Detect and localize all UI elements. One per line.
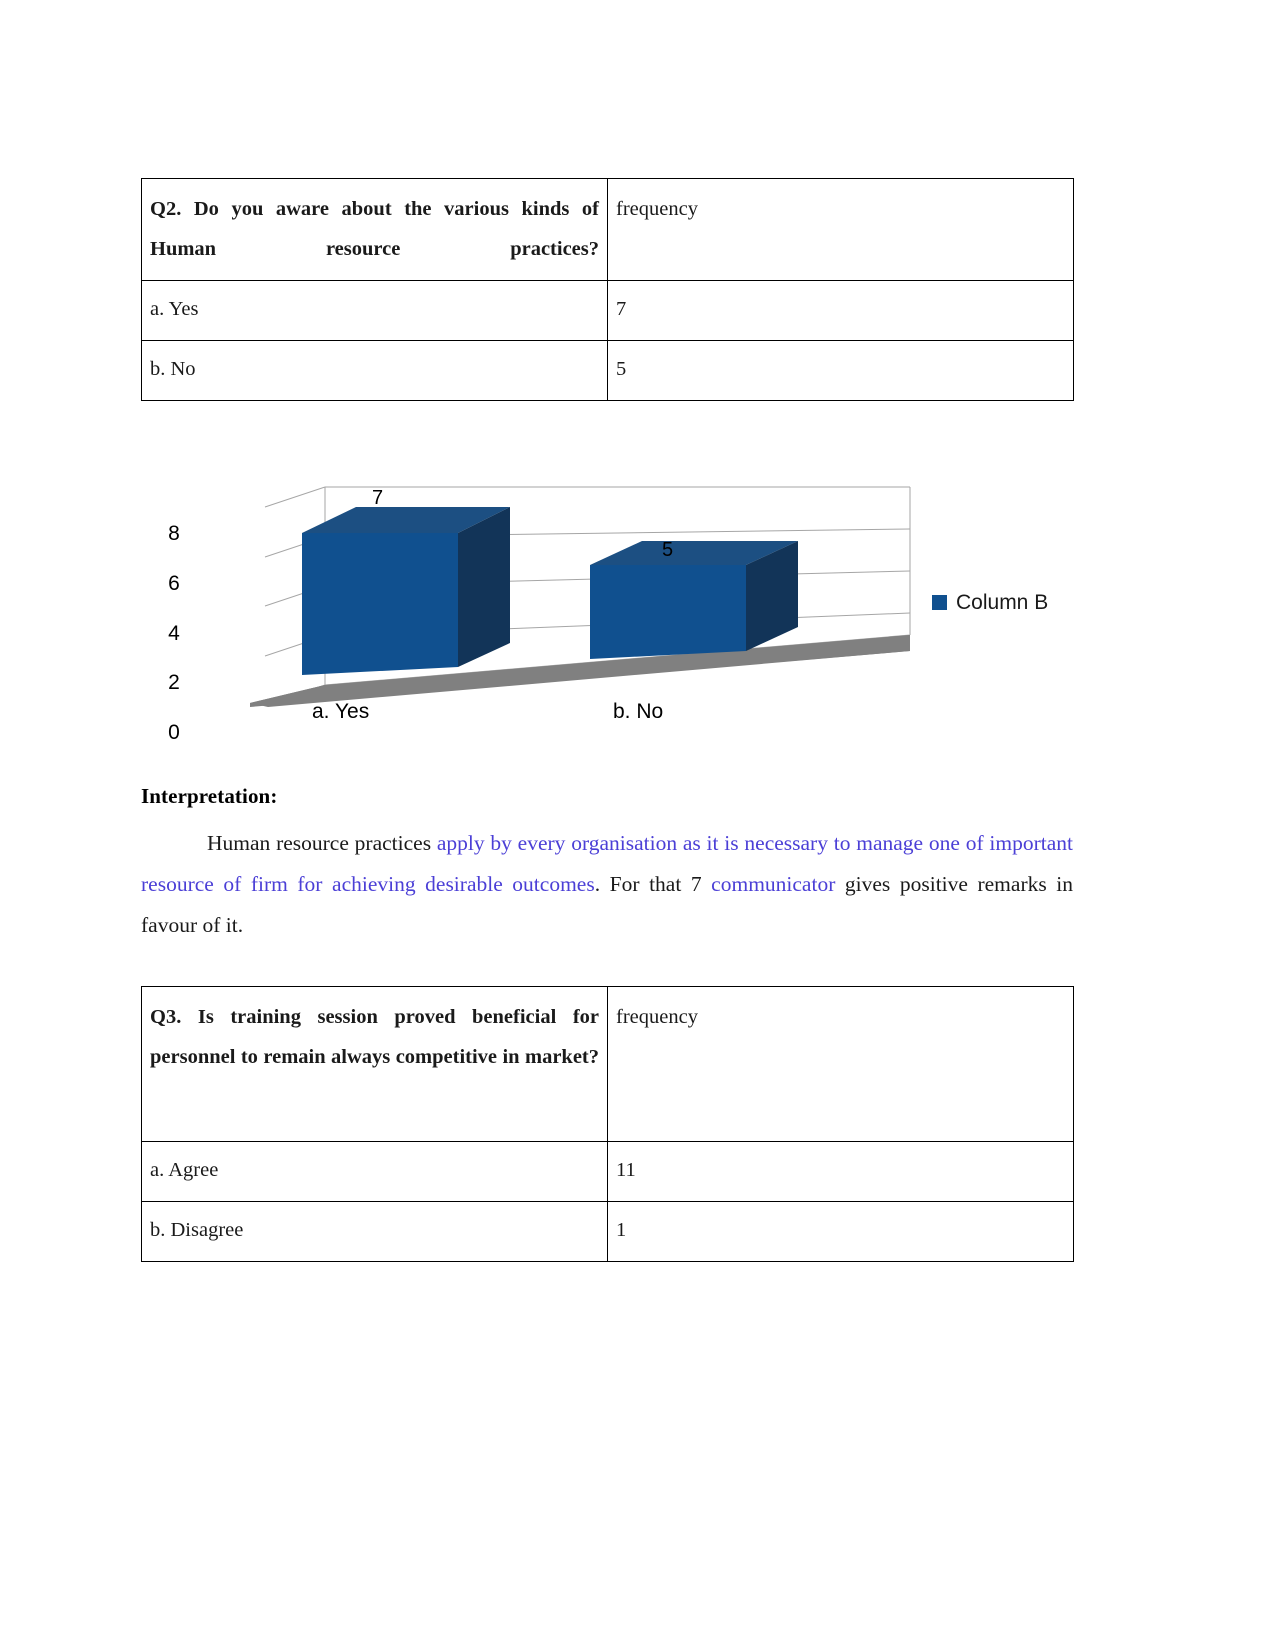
q3-frequency-cell-1: 1: [607, 1200, 1074, 1262]
interp-seg-2: . For that 7: [594, 872, 712, 896]
interp-seg-0: Human resource practices: [207, 831, 437, 855]
q2-frequency-cell-1: 5: [607, 339, 1074, 401]
q2-question-cell: Q2. Do you aware about the various kinds…: [141, 178, 608, 281]
table-row: a. Agree 11: [141, 1141, 1074, 1202]
q3-question-cell: Q3. Is training session proved beneficia…: [141, 986, 608, 1142]
bar-b-no-value-label: 5: [662, 539, 673, 561]
y-tick-2: 2: [168, 671, 180, 694]
interp-seg-3: communicator: [711, 872, 836, 896]
table-row: Q2. Do you aware about the various kinds…: [141, 178, 1074, 281]
legend-label-column-b: Column B: [956, 591, 1048, 614]
bar-a-yes-value-label: 7: [372, 487, 383, 509]
y-tick-0: 0: [168, 721, 180, 744]
x-category-label-b-no: b. No: [613, 700, 664, 723]
q3-option-cell-1: b. Disagree: [141, 1200, 608, 1262]
q3-frequency-cell-0: 11: [607, 1141, 1074, 1202]
q2-frequency-cell-0: 7: [607, 279, 1074, 341]
legend-swatch-column-b: [932, 595, 947, 610]
table-row: a. Yes 7: [141, 279, 1074, 341]
bar-b-no: [590, 541, 798, 659]
y-tick-8: 8: [168, 522, 180, 545]
bar-a-yes-side: [458, 507, 510, 667]
q2-option-cell-1: b. No: [141, 339, 608, 401]
q3-option-cell-0: a. Agree: [141, 1141, 608, 1202]
document-page: Q2. Do you aware about the various kinds…: [0, 0, 1275, 1651]
table-row: b. No 5: [141, 339, 1074, 401]
y-tick-4: 4: [168, 622, 180, 645]
table-row: b. Disagree 1: [141, 1200, 1074, 1262]
interpretation-heading: Interpretation:: [141, 784, 278, 808]
q3-frequency-header-cell: frequency: [607, 986, 1074, 1142]
interpretation-paragraph: Human resource practices apply by every …: [141, 823, 1073, 946]
y-tick-6: 6: [168, 572, 180, 595]
x-category-label-a-yes: a. Yes: [312, 700, 370, 723]
bar-a-yes: [302, 507, 510, 675]
q2-frequency-header-cell: frequency: [607, 178, 1074, 281]
table-q3: Q3. Is training session proved beneficia…: [141, 986, 1074, 1262]
table-q2: Q2. Do you aware about the various kinds…: [141, 178, 1074, 401]
bar-a-yes-front: [302, 533, 458, 675]
bar-b-no-front: [590, 565, 746, 659]
q2-option-cell-0: a. Yes: [141, 279, 608, 341]
table-row: Q3. Is training session proved beneficia…: [141, 986, 1074, 1142]
